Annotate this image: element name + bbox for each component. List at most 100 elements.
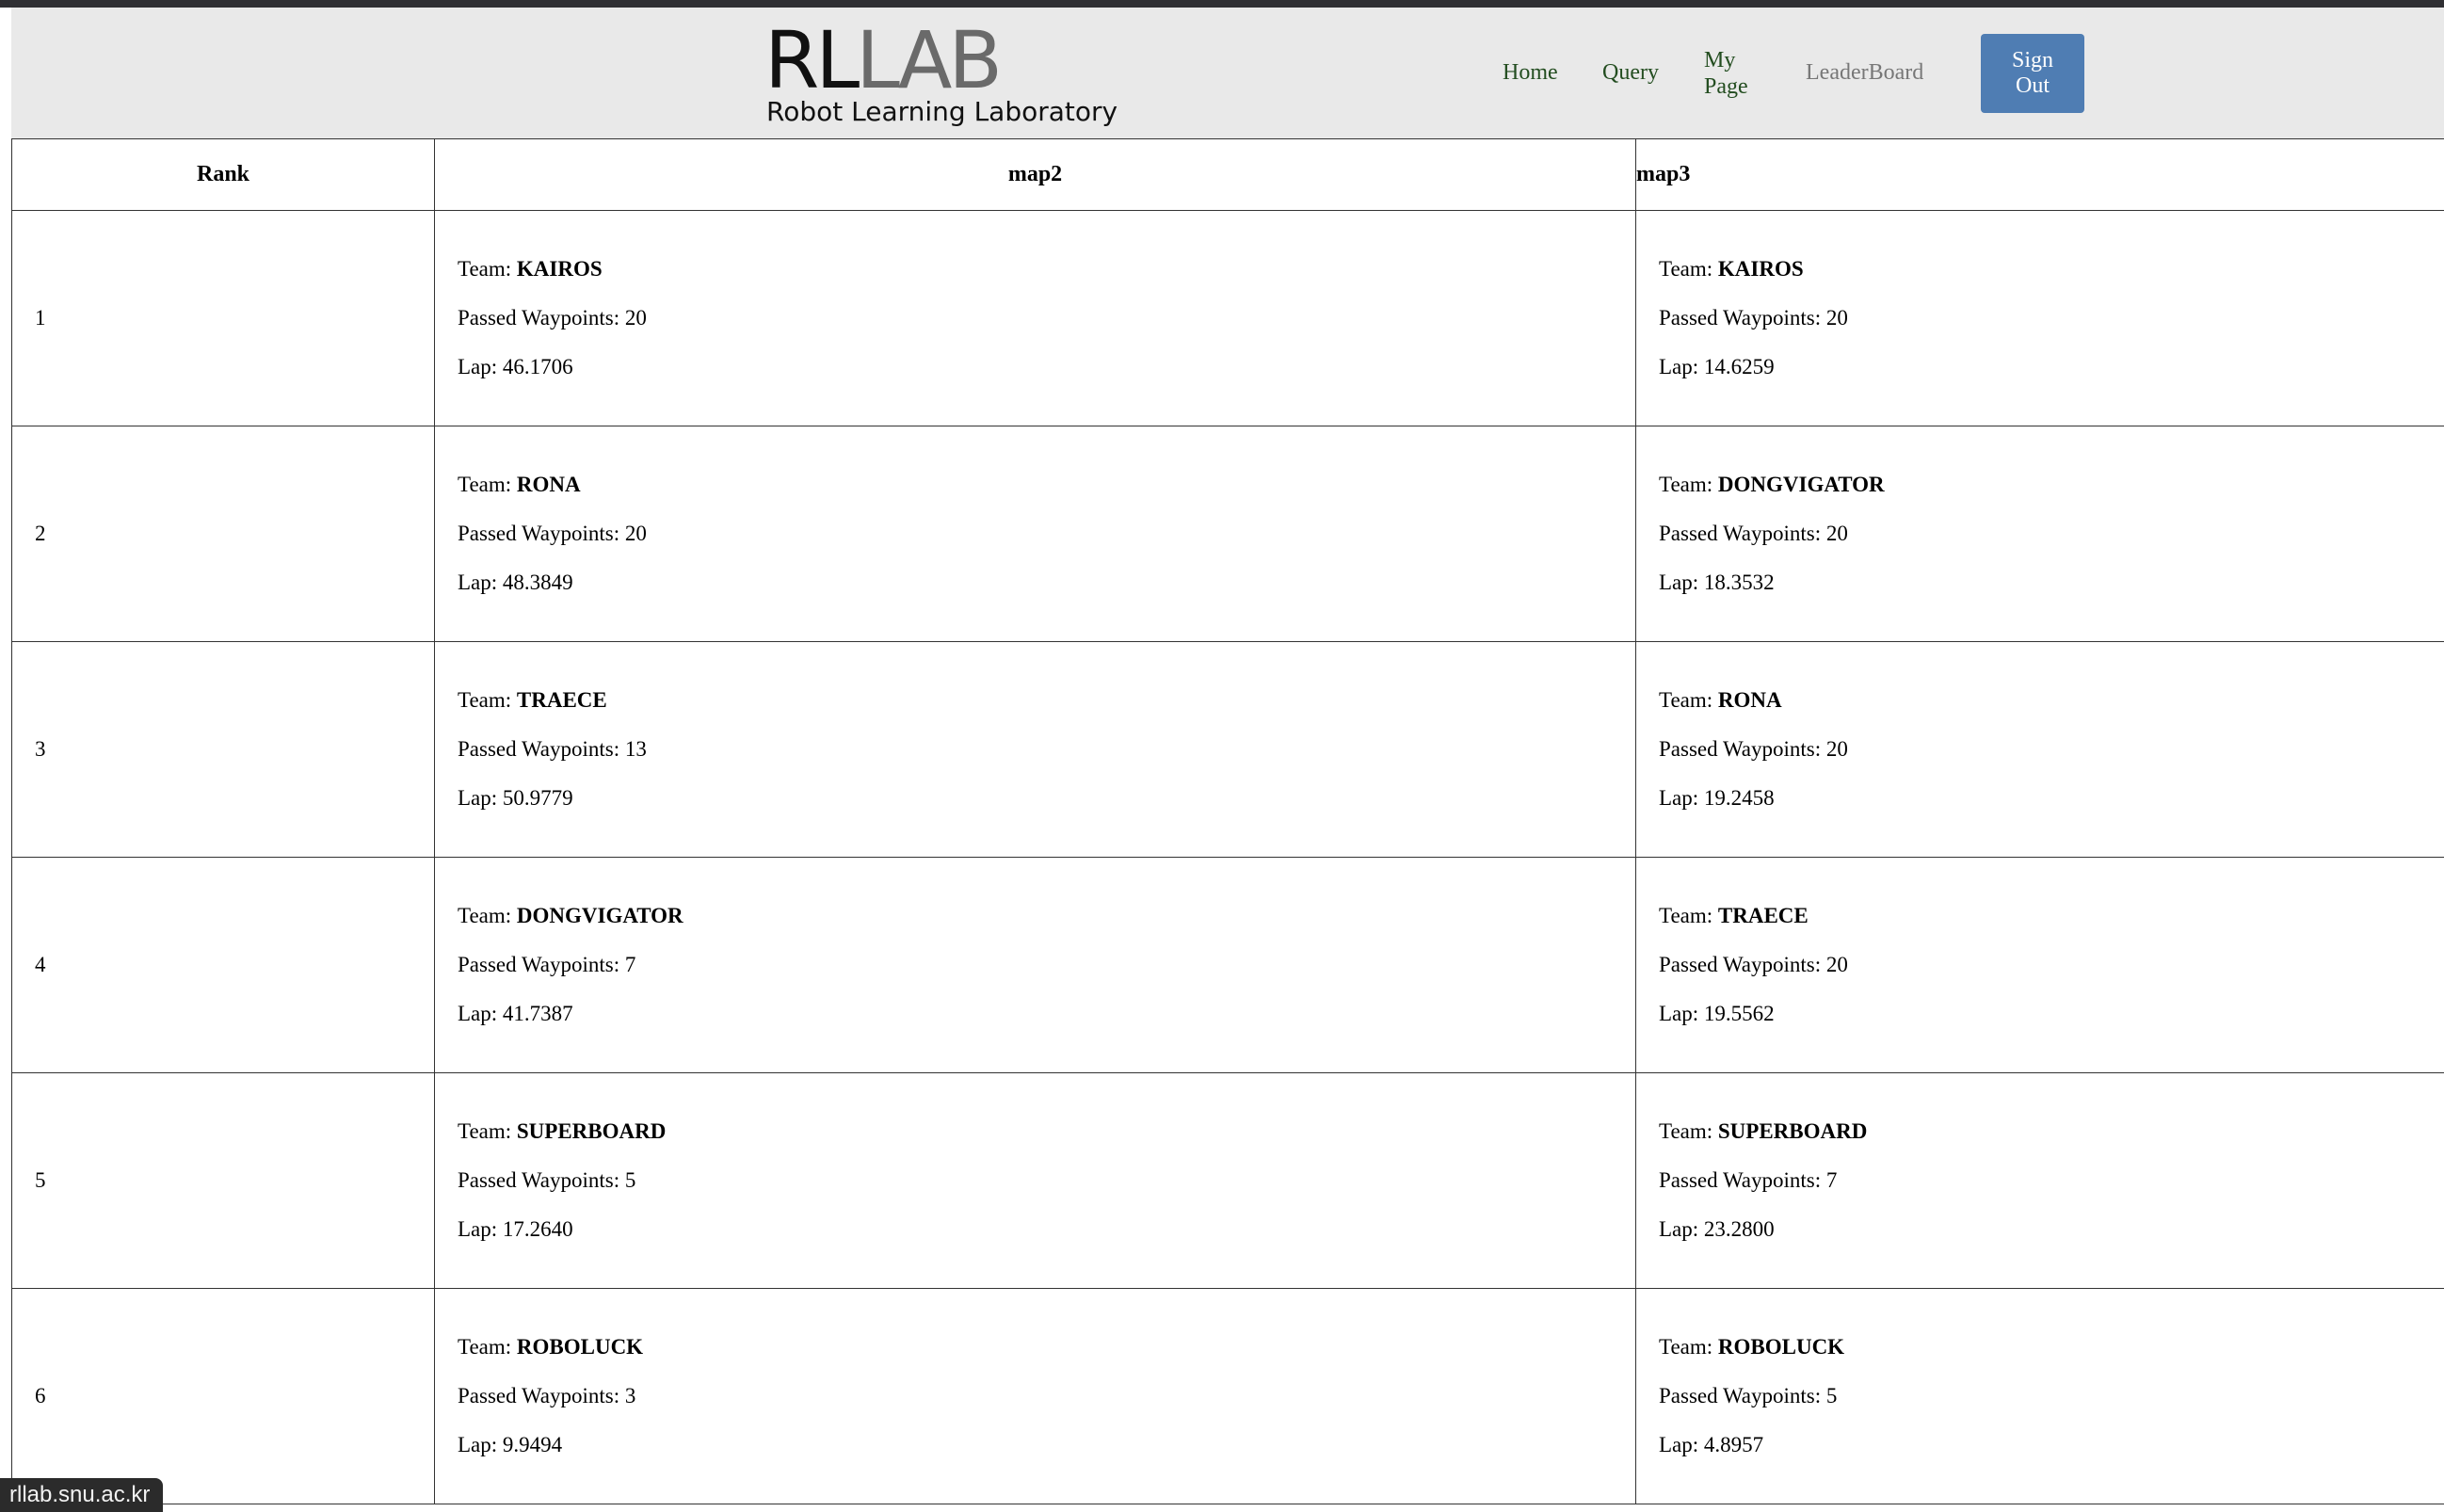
map3-result-cell: Team: DONGVIGATOR Passed Waypoints: 20 Lap… — [1635, 426, 2444, 642]
map3-entry: Team: SUPERBOARD Passed Waypoints: 7 Lap: … — [1659, 1107, 2421, 1254]
lap-line: Lap: 48.3849 — [458, 558, 1613, 607]
team-name: DONGVIGATOR — [1717, 473, 1885, 496]
team-name: DONGVIGATOR — [516, 904, 683, 927]
team-line: Team: ROBOLUCK — [1659, 1323, 2421, 1372]
waypoints-value: 20 — [1825, 522, 1848, 545]
nav-query-link[interactable]: Query — [1602, 8, 1659, 138]
team-line: Team: TRAECE — [458, 676, 1613, 725]
lap-value: 23.2800 — [1703, 1217, 1775, 1241]
map2-result-cell: Team: ROBOLUCK Passed Waypoints: 3 Lap: 9.… — [434, 1288, 1636, 1504]
waypoints-line: Passed Waypoints: 5 — [1659, 1372, 2421, 1421]
map3-result-cell: Team: RONA Passed Waypoints: 20 Lap: 19.24… — [1635, 641, 2444, 858]
lap-line: Lap: 46.1706 — [458, 343, 1613, 392]
waypoints-label: Passed Waypoints: — [1659, 1168, 1826, 1192]
waypoints-label: Passed Waypoints: — [458, 1168, 625, 1192]
lap-line: Lap: 17.2640 — [458, 1205, 1613, 1254]
waypoints-line: Passed Waypoints: 20 — [1659, 294, 2421, 343]
waypoints-line: Passed Waypoints: 20 — [1659, 941, 2421, 989]
waypoints-line: Passed Waypoints: 7 — [458, 941, 1613, 989]
lap-value: 19.5562 — [1703, 1002, 1775, 1025]
team-line: Team: SUPERBOARD — [458, 1107, 1613, 1156]
logo-lab: LAB — [856, 14, 1003, 106]
rank-column-header: Rank — [11, 138, 435, 211]
site-header: RLLAB Robot Learning Laboratory Home Que… — [11, 8, 2444, 138]
map2-column-header: map2 — [434, 138, 1636, 211]
team-label: Team: — [1659, 473, 1718, 496]
map2-entry: Team: TRAECE Passed Waypoints: 13 Lap: 50.… — [458, 676, 1613, 823]
waypoints-value: 5 — [624, 1168, 636, 1192]
map2-result-cell: Team: RONA Passed Waypoints: 20 Lap: 48.38… — [434, 426, 1636, 642]
lap-value: 9.9494 — [502, 1433, 563, 1456]
team-name: RONA — [1717, 688, 1782, 712]
map3-column-header: map3 — [1635, 138, 2444, 211]
rank-cell: 5 — [11, 1072, 435, 1289]
waypoints-value: 20 — [624, 306, 647, 330]
lap-line: Lap: 19.5562 — [1659, 989, 2421, 1038]
team-label: Team: — [1659, 1119, 1718, 1143]
team-label: Team: — [1659, 1335, 1718, 1359]
waypoints-line: Passed Waypoints: 7 — [1659, 1156, 2421, 1205]
map3-entry: Team: KAIROS Passed Waypoints: 20 Lap: 14.… — [1659, 245, 2421, 392]
team-name: KAIROS — [516, 257, 603, 281]
waypoints-value: 7 — [624, 953, 636, 976]
nav-my-page-line2: Page — [1704, 73, 1748, 99]
map3-result-cell: Team: TRAECE Passed Waypoints: 20 Lap: 19.… — [1635, 857, 2444, 1073]
lap-line: Lap: 9.9494 — [458, 1421, 1613, 1470]
nav-my-page-link[interactable]: My Page — [1704, 8, 1748, 138]
table-row: 4 Team: DONGVIGATOR Passed Waypoints: 7 Lap… — [11, 857, 2444, 1073]
team-name: ROBOLUCK — [1717, 1335, 1845, 1359]
lap-value: 48.3849 — [502, 571, 573, 594]
map2-result-cell: Team: SUPERBOARD Passed Waypoints: 5 Lap: … — [434, 1072, 1636, 1289]
rllab-logo[interactable]: RLLAB Robot Learning Laboratory — [764, 17, 1122, 130]
rank-cell: 1 — [11, 210, 435, 426]
lap-value: 17.2640 — [502, 1217, 573, 1241]
lap-line: Lap: 18.3532 — [1659, 558, 2421, 607]
lap-value: 14.6259 — [1703, 355, 1775, 378]
lap-value: 18.3532 — [1703, 571, 1775, 594]
waypoints-label: Passed Waypoints: — [458, 522, 625, 545]
waypoints-label: Passed Waypoints: — [1659, 1384, 1826, 1407]
team-label: Team: — [458, 904, 517, 927]
lap-line: Lap: 41.7387 — [458, 989, 1613, 1038]
team-name: SUPERBOARD — [516, 1119, 667, 1143]
rank-cell: 6 — [11, 1288, 435, 1504]
waypoints-line: Passed Waypoints: 20 — [1659, 725, 2421, 774]
waypoints-value: 20 — [624, 522, 647, 545]
table-row: 6 Team: ROBOLUCK Passed Waypoints: 3 Lap: 9… — [11, 1288, 2444, 1504]
logo-rl: RL — [764, 14, 860, 106]
sign-out-line1: Sign — [2011, 48, 2053, 72]
waypoints-line: Passed Waypoints: 13 — [458, 725, 1613, 774]
team-name: SUPERBOARD — [1717, 1119, 1868, 1143]
table-row: 5 Team: SUPERBOARD Passed Waypoints: 5 Lap:… — [11, 1072, 2444, 1289]
lap-label: Lap: — [1659, 1217, 1704, 1241]
team-label: Team: — [1659, 904, 1718, 927]
team-line: Team: DONGVIGATOR — [458, 892, 1613, 941]
sign-out-button[interactable]: Sign Out — [1981, 34, 2084, 113]
waypoints-value: 13 — [624, 737, 647, 761]
map2-entry: Team: SUPERBOARD Passed Waypoints: 5 Lap: … — [458, 1107, 1613, 1254]
lap-line: Lap: 19.2458 — [1659, 774, 2421, 823]
rank-cell: 4 — [11, 857, 435, 1073]
waypoints-label: Passed Waypoints: — [1659, 522, 1826, 545]
lap-value: 46.1706 — [502, 355, 573, 378]
team-label: Team: — [458, 473, 517, 496]
team-line: Team: KAIROS — [458, 245, 1613, 294]
window-top-border — [0, 0, 2444, 8]
team-line: Team: SUPERBOARD — [1659, 1107, 2421, 1156]
waypoints-line: Passed Waypoints: 3 — [458, 1372, 1613, 1421]
team-name: ROBOLUCK — [516, 1335, 644, 1359]
map2-result-cell: Team: KAIROS Passed Waypoints: 20 Lap: 46.… — [434, 210, 1636, 426]
waypoints-line: Passed Waypoints: 5 — [458, 1156, 1613, 1205]
team-label: Team: — [458, 257, 517, 281]
leaderboard-table: Rank map2 map3 1 Team: KAIROS Passed Waypo… — [11, 138, 2444, 1504]
waypoints-label: Passed Waypoints: — [458, 1384, 625, 1407]
map2-result-cell: Team: TRAECE Passed Waypoints: 13 Lap: 50.… — [434, 641, 1636, 858]
nav-home-link[interactable]: Home — [1503, 8, 1558, 138]
map3-entry: Team: ROBOLUCK Passed Waypoints: 5 Lap: 4.… — [1659, 1323, 2421, 1470]
sign-out-line2: Out — [2015, 73, 2050, 98]
lap-label: Lap: — [1659, 571, 1704, 594]
nav-leaderboard-link[interactable]: LeaderBoard — [1806, 8, 1923, 138]
lap-label: Lap: — [458, 1002, 503, 1025]
waypoints-label: Passed Waypoints: — [1659, 306, 1826, 330]
lap-label: Lap: — [458, 786, 503, 810]
